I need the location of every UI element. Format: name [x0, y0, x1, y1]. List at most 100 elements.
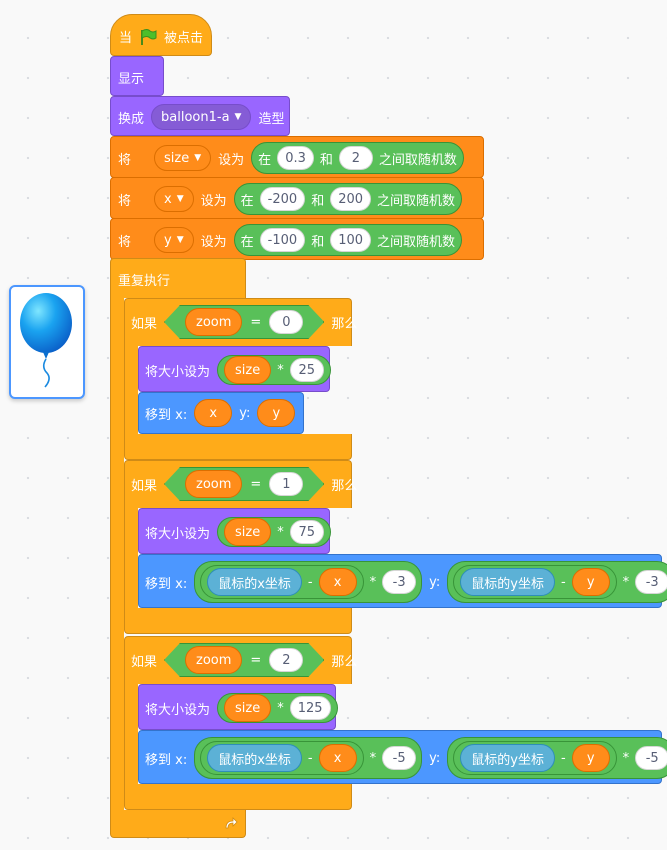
- multiply-operator[interactable]: 鼠标的y坐标 - y * -3: [447, 561, 667, 603]
- if-label: 如果: [131, 316, 158, 332]
- then-label: 那么: [331, 654, 358, 670]
- random-max-input[interactable]: 200: [330, 187, 372, 211]
- set-size-block[interactable]: 将大小设为 size * 125: [138, 684, 338, 730]
- y-label: y:: [429, 574, 441, 590]
- y-variable[interactable]: y: [257, 399, 296, 427]
- y-variable[interactable]: y: [571, 568, 610, 596]
- balloon-icon: [20, 293, 72, 388]
- zoom-variable[interactable]: zoom: [185, 308, 242, 336]
- subtract-operator[interactable]: 鼠标的y坐标 - y: [453, 741, 617, 775]
- random-min-input[interactable]: -200: [259, 187, 306, 211]
- compare-value-input[interactable]: 0: [269, 310, 303, 334]
- set-size-block[interactable]: 将大小设为 size * 75: [138, 508, 331, 554]
- clicked-label: 被点击: [164, 31, 204, 46]
- if-block[interactable]: 如果 zoom = 0 那么: [124, 298, 357, 346]
- minus-label: -: [560, 750, 566, 766]
- pick-random-label: 之间取随机数: [378, 152, 457, 168]
- pick-random-operator[interactable]: 在 0.3 和 2 之间取随机数: [251, 142, 464, 174]
- set-variable-block[interactable]: 将 y ▼ 设为 在 -100 和 100 之间取随机数: [110, 218, 484, 260]
- factor-input[interactable]: 25: [289, 358, 324, 382]
- equals-condition[interactable]: zoom = 0: [164, 305, 324, 339]
- and-label: 和: [311, 234, 325, 250]
- chevron-down-icon: ▼: [234, 112, 242, 122]
- chevron-down-icon: ▼: [194, 153, 202, 163]
- set-size-block[interactable]: 将大小设为 size * 25: [138, 346, 331, 392]
- mouse-x-sensor[interactable]: 鼠标的x坐标: [207, 744, 302, 772]
- to-label: 设为: [200, 193, 227, 209]
- go-to-xy-block[interactable]: 移到 x: 鼠标的x坐标 - x * -5 y: 鼠标的y坐标 - y * -5: [138, 730, 667, 784]
- size-variable[interactable]: size: [224, 694, 272, 722]
- set-variable-block[interactable]: 将 x ▼ 设为 在 -200 和 200 之间取随机数: [110, 177, 484, 219]
- loop-arrow-icon: [223, 816, 239, 836]
- variable-dropdown[interactable]: x ▼: [154, 186, 194, 212]
- set-variable-block[interactable]: 将 size ▼ 设为 在 0.3 和 2 之间取随机数: [110, 136, 484, 178]
- mouse-x-sensor[interactable]: 鼠标的x坐标: [207, 568, 302, 596]
- x-variable[interactable]: x: [194, 399, 233, 427]
- set-label: 将: [118, 152, 132, 168]
- equals-label: =: [250, 652, 262, 668]
- random-max-input[interactable]: 100: [330, 228, 372, 252]
- multiply-operator[interactable]: size * 75: [217, 517, 331, 547]
- equals-condition[interactable]: zoom = 1: [164, 467, 324, 501]
- minus-label: -: [307, 750, 313, 766]
- set-size-label: 将大小设为: [145, 526, 211, 542]
- switch-costume-block[interactable]: 换成 balloon1-a ▼ 造型: [110, 96, 290, 136]
- forever-block-bottom[interactable]: [110, 810, 246, 838]
- subtract-operator[interactable]: 鼠标的y坐标 - y: [453, 565, 617, 599]
- equals-label: =: [250, 476, 262, 492]
- multiply-label: *: [622, 574, 630, 590]
- costume-suffix: 造型: [258, 111, 285, 127]
- x-variable[interactable]: x: [318, 568, 357, 596]
- set-label: 将: [118, 193, 132, 209]
- go-to-xy-block[interactable]: 移到 x: x y: y: [138, 392, 304, 434]
- compare-value-input[interactable]: 2: [269, 648, 303, 672]
- in-label: 在: [240, 234, 254, 250]
- multiply-operator[interactable]: 鼠标的y坐标 - y * -5: [447, 737, 667, 779]
- pick-random-operator[interactable]: 在 -200 和 200 之间取随机数: [233, 183, 463, 215]
- if-block-bottom: [124, 434, 352, 460]
- mouse-y-sensor[interactable]: 鼠标的y坐标: [460, 568, 555, 596]
- if-block[interactable]: 如果 zoom = 1 那么: [124, 460, 357, 508]
- costume-dropdown[interactable]: balloon1-a ▼: [151, 104, 252, 130]
- zoom-variable[interactable]: zoom: [185, 470, 242, 498]
- go-to-xy-block[interactable]: 移到 x: 鼠标的x坐标 - x * -3 y: 鼠标的y坐标 - y * -3: [138, 554, 667, 608]
- and-label: 和: [319, 152, 333, 168]
- y-factor-input[interactable]: -5: [635, 746, 667, 770]
- to-label: 设为: [218, 152, 245, 168]
- to-label: 设为: [200, 234, 227, 250]
- random-min-input[interactable]: 0.3: [277, 146, 314, 170]
- multiply-operator[interactable]: 鼠标的x坐标 - x * -5: [194, 737, 423, 779]
- x-factor-input[interactable]: -3: [382, 570, 417, 594]
- zoom-variable[interactable]: zoom: [185, 646, 242, 674]
- multiply-operator[interactable]: size * 25: [217, 355, 331, 385]
- variable-dropdown[interactable]: size ▼: [154, 145, 212, 171]
- variable-dropdown[interactable]: y ▼: [154, 227, 194, 253]
- compare-value-input[interactable]: 1: [269, 472, 303, 496]
- x-factor-input[interactable]: -5: [382, 746, 417, 770]
- size-variable[interactable]: size: [224, 518, 272, 546]
- y-factor-input[interactable]: -3: [635, 570, 667, 594]
- when-flag-clicked-block[interactable]: 当 被点击: [110, 14, 212, 56]
- factor-input[interactable]: 75: [289, 520, 324, 544]
- subtract-operator[interactable]: 鼠标的x坐标 - x: [200, 565, 364, 599]
- pick-random-operator[interactable]: 在 -100 和 100 之间取随机数: [233, 224, 463, 256]
- subtract-operator[interactable]: 鼠标的x坐标 - x: [200, 741, 364, 775]
- multiply-operator[interactable]: 鼠标的x坐标 - x * -3: [194, 561, 423, 603]
- if-block[interactable]: 如果 zoom = 2 那么: [124, 636, 357, 684]
- multiply-operator[interactable]: size * 125: [217, 693, 338, 723]
- factor-input[interactable]: 125: [289, 696, 331, 720]
- equals-condition[interactable]: zoom = 2: [164, 643, 324, 677]
- sprite-thumbnail[interactable]: [9, 285, 85, 399]
- y-variable[interactable]: y: [571, 744, 610, 772]
- x-variable[interactable]: x: [318, 744, 357, 772]
- pick-random-label: 之间取随机数: [377, 234, 456, 250]
- random-min-input[interactable]: -100: [259, 228, 306, 252]
- multiply-label: *: [622, 750, 630, 766]
- forever-block[interactable]: 重复执行: [110, 258, 246, 298]
- mouse-y-sensor[interactable]: 鼠标的y坐标: [460, 744, 555, 772]
- size-variable[interactable]: size: [224, 356, 272, 384]
- set-label: 将: [118, 234, 132, 250]
- show-block[interactable]: 显示: [110, 56, 164, 96]
- random-max-input[interactable]: 2: [338, 146, 373, 170]
- in-label: 在: [258, 152, 272, 168]
